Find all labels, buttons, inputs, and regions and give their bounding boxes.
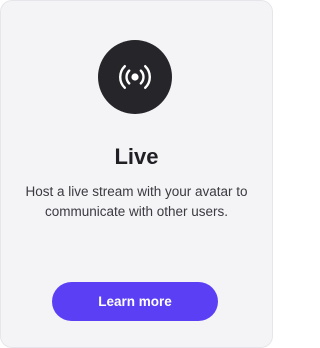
card-description: Host a live stream with your avatar to c… — [25, 184, 248, 219]
live-feature-card: Live Host a live stream with your avatar… — [0, 0, 273, 348]
learn-more-button[interactable]: Learn more — [52, 282, 218, 321]
card-title: Live — [114, 144, 159, 169]
live-broadcast-icon — [119, 65, 151, 89]
live-icon-badge — [98, 40, 172, 114]
